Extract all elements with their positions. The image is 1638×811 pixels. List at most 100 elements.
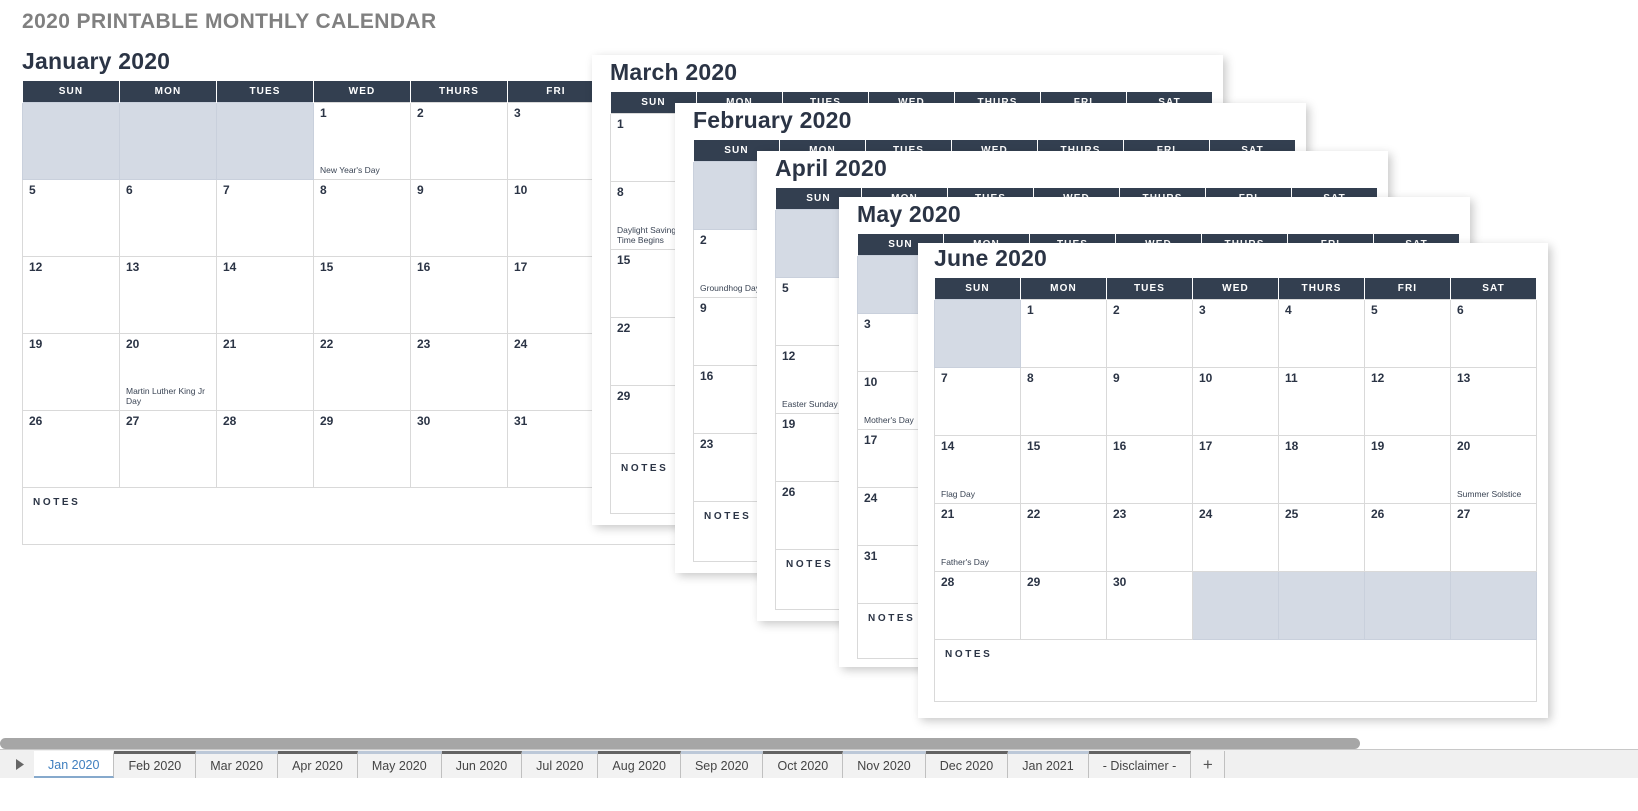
calendar-cell-day-15[interactable]: 15 bbox=[1020, 435, 1107, 504]
sheet-tab-may-2020[interactable]: May 2020 bbox=[357, 751, 442, 778]
calendar-grid-june[interactable]: SUN MON TUES WED THURS FRI SAT 1 2 3 4 5 6 7 8 9 10 11 12 1… bbox=[934, 278, 1537, 702]
calendar-cell-empty[interactable] bbox=[934, 299, 1021, 368]
calendar-cell-day-30[interactable]: 30 bbox=[1106, 571, 1193, 640]
calendar-cell-day-28[interactable]: 28 bbox=[934, 571, 1021, 640]
day-number: 12 bbox=[782, 349, 796, 363]
calendar-cell-day-12[interactable]: 12 bbox=[1364, 367, 1451, 436]
calendar-cell-day-6[interactable]: 6 bbox=[119, 179, 217, 257]
calendar-cell-day-14[interactable]: 14 Flag Day bbox=[934, 435, 1021, 504]
calendar-cell-day-23[interactable]: 23 bbox=[410, 333, 508, 411]
calendar-cell-day-4[interactable]: 4 bbox=[1278, 299, 1365, 368]
calendar-cell-day-24[interactable]: 24 bbox=[507, 333, 605, 411]
calendar-cell-day-19[interactable]: 19 bbox=[1364, 435, 1451, 504]
sheet-tab-jan-2021[interactable]: Jan 2021 bbox=[1008, 751, 1089, 778]
calendar-cell-empty[interactable] bbox=[22, 102, 120, 180]
calendar-cell-day-1[interactable]: 1 bbox=[1020, 299, 1107, 368]
day-number: 6 bbox=[1457, 303, 1464, 317]
calendar-cell-day-8[interactable]: 8 bbox=[1020, 367, 1107, 436]
calendar-cell-day-19[interactable]: 19 bbox=[22, 333, 120, 411]
calendar-cell-day-3[interactable]: 3 bbox=[1192, 299, 1279, 368]
calendar-cell-day-26[interactable]: 26 bbox=[22, 410, 120, 488]
calendar-cell-empty[interactable] bbox=[1364, 571, 1451, 640]
sheet-tab-dec-2020[interactable]: Dec 2020 bbox=[925, 751, 1009, 778]
calendar-cell-day-6[interactable]: 6 bbox=[1450, 299, 1537, 368]
calendar-cell-day-27[interactable]: 27 bbox=[1450, 503, 1537, 572]
calendar-cell-day-2[interactable]: 2 bbox=[410, 102, 508, 180]
calendar-cell-day-16[interactable]: 16 bbox=[410, 256, 508, 334]
add-sheet-button[interactable]: + bbox=[1191, 751, 1226, 778]
sheet-tab-jul-2020[interactable]: Jul 2020 bbox=[522, 751, 599, 778]
calendar-cell-day-29[interactable]: 29 bbox=[313, 410, 411, 488]
day-number: 15 bbox=[617, 253, 631, 267]
calendar-cell-day-17[interactable]: 17 bbox=[507, 256, 605, 334]
sheet-tab-feb-2020[interactable]: Feb 2020 bbox=[114, 751, 197, 778]
sheet-tab-apr-2020[interactable]: Apr 2020 bbox=[278, 751, 358, 778]
calendar-cell-day-1[interactable]: 1 New Year's Day bbox=[313, 102, 411, 180]
calendar-cell-empty[interactable] bbox=[1192, 571, 1279, 640]
calendar-cell-day-31[interactable]: 31 bbox=[507, 410, 605, 488]
sheet-tab-disclaimer[interactable]: - Disclaimer - bbox=[1088, 751, 1192, 778]
holiday-label: Summer Solstice bbox=[1457, 489, 1522, 500]
day-number: 8 bbox=[1027, 371, 1034, 385]
calendar-cell-day-25[interactable]: 25 bbox=[1278, 503, 1365, 572]
sheet-tab-aug-2020[interactable]: Aug 2020 bbox=[598, 751, 681, 778]
calendar-cell-day-8[interactable]: 8 bbox=[313, 179, 411, 257]
calendar-cell-day-18[interactable]: 18 bbox=[1278, 435, 1365, 504]
sheet-tab-nov-2020[interactable]: Nov 2020 bbox=[843, 751, 926, 778]
calendar-cell-day-7[interactable]: 7 bbox=[216, 179, 314, 257]
calendar-cell-day-2[interactable]: 2 bbox=[1106, 299, 1193, 368]
calendar-cell-day-28[interactable]: 28 bbox=[216, 410, 314, 488]
day-number: 1 bbox=[320, 106, 327, 120]
calendar-cell-day-12[interactable]: 12 bbox=[22, 256, 120, 334]
day-number: 24 bbox=[514, 337, 528, 351]
calendar-cell-empty[interactable] bbox=[119, 102, 217, 180]
day-number: 17 bbox=[514, 260, 528, 274]
calendar-cell-empty[interactable] bbox=[1450, 571, 1537, 640]
calendar-cell-day-22[interactable]: 22 bbox=[313, 333, 411, 411]
calendar-cell-day-21[interactable]: 21 Father's Day bbox=[934, 503, 1021, 572]
sheet-tab-sep-2020[interactable]: Sep 2020 bbox=[680, 751, 764, 778]
notes-label: NOTES bbox=[945, 649, 993, 660]
calendar-cell-day-20[interactable]: 20 Summer Solstice bbox=[1450, 435, 1537, 504]
calendar-cell-day-15[interactable]: 15 bbox=[313, 256, 411, 334]
calendar-cell-day-20[interactable]: 20 Martin Luther King Jr Day bbox=[119, 333, 217, 411]
calendar-cell-day-23[interactable]: 23 bbox=[1106, 503, 1193, 572]
holiday-label: Flag Day bbox=[941, 489, 976, 500]
calendar-cell-empty[interactable] bbox=[216, 102, 314, 180]
day-number: 19 bbox=[1371, 439, 1385, 453]
calendar-cell-day-7[interactable]: 7 bbox=[934, 367, 1021, 436]
calendar-cell-day-13[interactable]: 13 bbox=[119, 256, 217, 334]
calendar-cell-day-26[interactable]: 26 bbox=[1364, 503, 1451, 572]
calendar-cell-day-17[interactable]: 17 bbox=[1192, 435, 1279, 504]
calendar-cell-day-24[interactable]: 24 bbox=[1192, 503, 1279, 572]
calendar-cell-day-3[interactable]: 3 bbox=[507, 102, 605, 180]
sheet-tab-jun-2020[interactable]: Jun 2020 bbox=[441, 751, 523, 778]
triangle-right-icon[interactable] bbox=[6, 751, 32, 778]
calendar-cell-day-30[interactable]: 30 bbox=[410, 410, 508, 488]
calendar-week-row: 1 2 3 4 5 6 bbox=[934, 299, 1537, 368]
calendar-cell-day-21[interactable]: 21 bbox=[216, 333, 314, 411]
calendar-cell-day-14[interactable]: 14 bbox=[216, 256, 314, 334]
calendar-cell-day-5[interactable]: 5 bbox=[22, 179, 120, 257]
sheet-tab-jan-2020[interactable]: Jan 2020 bbox=[34, 751, 115, 778]
calendar-cell-day-22[interactable]: 22 bbox=[1020, 503, 1107, 572]
calendar-cell-day-10[interactable]: 10 bbox=[507, 179, 605, 257]
calendar-cell-day-9[interactable]: 9 bbox=[1106, 367, 1193, 436]
calendar-cell-day-5[interactable]: 5 bbox=[1364, 299, 1451, 368]
calendar-window-june[interactable]: June 2020 SUN MON TUES WED THURS FRI SAT 1 2 3 4 5 6 7… bbox=[918, 243, 1548, 718]
calendar-cell-day-16[interactable]: 16 bbox=[1106, 435, 1193, 504]
calendar-cell-day-13[interactable]: 13 bbox=[1450, 367, 1537, 436]
sheet-tab-oct-2020[interactable]: Oct 2020 bbox=[763, 751, 844, 778]
calendar-cell-day-10[interactable]: 10 bbox=[1192, 367, 1279, 436]
calendar-cell-empty[interactable] bbox=[1278, 571, 1365, 640]
notes-section[interactable]: NOTES bbox=[934, 639, 1537, 702]
calendar-cell-day-27[interactable]: 27 bbox=[119, 410, 217, 488]
weekday-header-thurs: THURS bbox=[1278, 278, 1365, 300]
calendar-cell-day-11[interactable]: 11 bbox=[1278, 367, 1365, 436]
day-number: 12 bbox=[1371, 371, 1385, 385]
horizontal-scrollbar-thumb[interactable] bbox=[0, 738, 1360, 749]
day-number: 27 bbox=[1457, 507, 1471, 521]
calendar-cell-day-9[interactable]: 9 bbox=[410, 179, 508, 257]
calendar-cell-day-29[interactable]: 29 bbox=[1020, 571, 1107, 640]
sheet-tab-mar-2020[interactable]: Mar 2020 bbox=[196, 751, 279, 778]
